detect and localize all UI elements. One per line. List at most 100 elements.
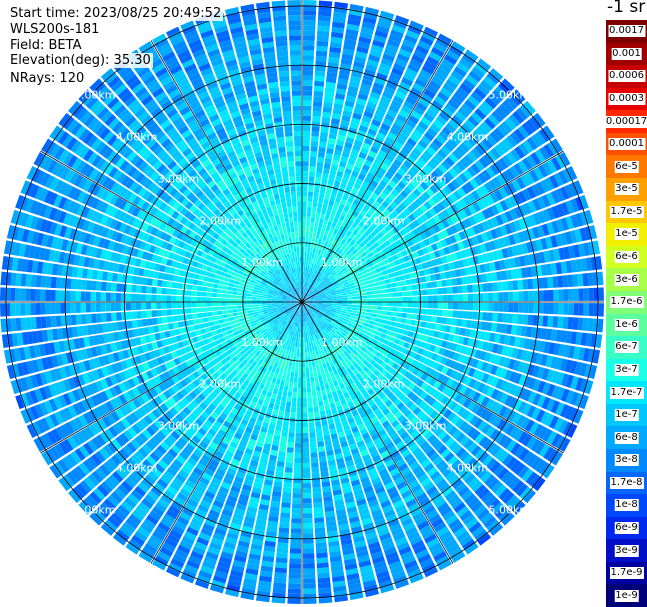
ray-gate	[533, 290, 539, 302]
ray-gate	[302, 135, 311, 142]
ray-gate	[432, 302, 438, 309]
ray-gate	[315, 426, 322, 433]
ray-gate	[369, 278, 375, 284]
ray-gate	[305, 357, 309, 363]
ray-gate	[309, 437, 317, 443]
ray-gate	[310, 216, 316, 223]
ray-gate	[302, 236, 306, 242]
ray-gate	[302, 412, 308, 418]
ray-gate	[385, 315, 392, 321]
ray-gate	[367, 302, 373, 306]
ray-gate	[305, 367, 310, 373]
ray-gate	[313, 191, 319, 198]
ray-gate	[284, 365, 289, 371]
ray-gate	[302, 362, 306, 368]
ray-gate	[522, 314, 529, 325]
ray-gate	[305, 241, 309, 247]
ray-gate	[287, 588, 301, 594]
ray-gate	[513, 302, 519, 313]
ray-gate	[291, 402, 297, 408]
ray-gate	[302, 422, 309, 428]
ray-gate	[548, 289, 554, 302]
ray-gate	[303, 266, 306, 272]
ray-gate	[317, 15, 331, 22]
ray-gate	[371, 290, 378, 295]
ray-gate	[288, 427, 295, 433]
ray-gate	[272, 587, 286, 594]
ray-gate	[292, 361, 296, 368]
ray-gate	[395, 281, 402, 287]
ray-gate	[332, 298, 338, 301]
ray-gate	[302, 367, 306, 373]
ray-gate	[275, 557, 288, 564]
ray-gate	[513, 291, 519, 302]
ray-gate	[542, 315, 549, 327]
ray-gate	[528, 290, 534, 302]
ray-gate	[442, 309, 448, 317]
ray-gate	[302, 493, 312, 499]
ray-gate	[303, 598, 317, 604]
ray-gate	[309, 371, 314, 378]
ray-gate	[598, 287, 604, 301]
ray-gate	[306, 387, 312, 393]
ray-gate	[502, 281, 509, 291]
ray-gate	[302, 191, 308, 197]
ray-gate	[306, 221, 311, 227]
ray-gate	[292, 503, 302, 509]
ray-gate	[427, 288, 433, 295]
ray-gate	[322, 394, 328, 401]
ray-gate	[305, 231, 310, 237]
ray-gate	[302, 382, 307, 388]
ray-gate	[385, 283, 392, 289]
ray-gate	[289, 558, 301, 564]
ray-gate	[302, 357, 305, 363]
ray-gate	[362, 298, 368, 302]
ray-gate	[281, 502, 291, 509]
ray-gate	[577, 317, 584, 331]
ray-gate	[311, 472, 320, 478]
ray-gate	[310, 447, 318, 453]
ray-gate	[319, 136, 328, 143]
ray-gate	[497, 281, 504, 291]
ray-gate	[382, 306, 388, 311]
ray-gate	[342, 297, 348, 300]
ray-gate	[295, 437, 302, 443]
ray-gate	[552, 276, 559, 288]
ray-gate	[360, 285, 366, 290]
ray-gate	[397, 307, 403, 313]
ray-gate	[401, 285, 408, 292]
ray-gate	[420, 276, 427, 283]
ray-gate	[487, 312, 493, 322]
ray-gate	[317, 156, 325, 163]
ray-gate	[313, 85, 324, 92]
ray-gate	[317, 375, 323, 381]
ray-gate	[302, 166, 309, 172]
ray-gate	[294, 457, 302, 464]
ray-gate	[302, 156, 310, 162]
ray-gate	[481, 321, 488, 331]
ray-gate	[318, 146, 326, 153]
ray-gate	[288, 583, 301, 589]
ray-gate	[492, 282, 498, 292]
ray-gate	[314, 380, 320, 387]
ray-gate	[313, 502, 323, 509]
ray-gate	[290, 533, 302, 539]
ray-gate	[543, 290, 549, 302]
ray-gate	[367, 305, 373, 310]
ray-gate	[318, 141, 327, 148]
ray-gate	[294, 367, 299, 373]
ray-gate	[400, 318, 407, 324]
ray-gate	[323, 219, 329, 226]
ray-gate	[276, 394, 282, 401]
ray-gate	[302, 120, 311, 127]
ray-gate	[436, 280, 443, 288]
ray-gate	[288, 573, 301, 579]
ray-gate	[347, 304, 353, 308]
ray-gate	[307, 407, 314, 413]
ray-gate	[427, 309, 433, 316]
ray-gate	[317, 25, 330, 32]
ray-gate	[380, 314, 387, 320]
ray-gate	[302, 397, 307, 403]
ray-gate	[311, 386, 316, 393]
ray-gate	[297, 337, 301, 343]
